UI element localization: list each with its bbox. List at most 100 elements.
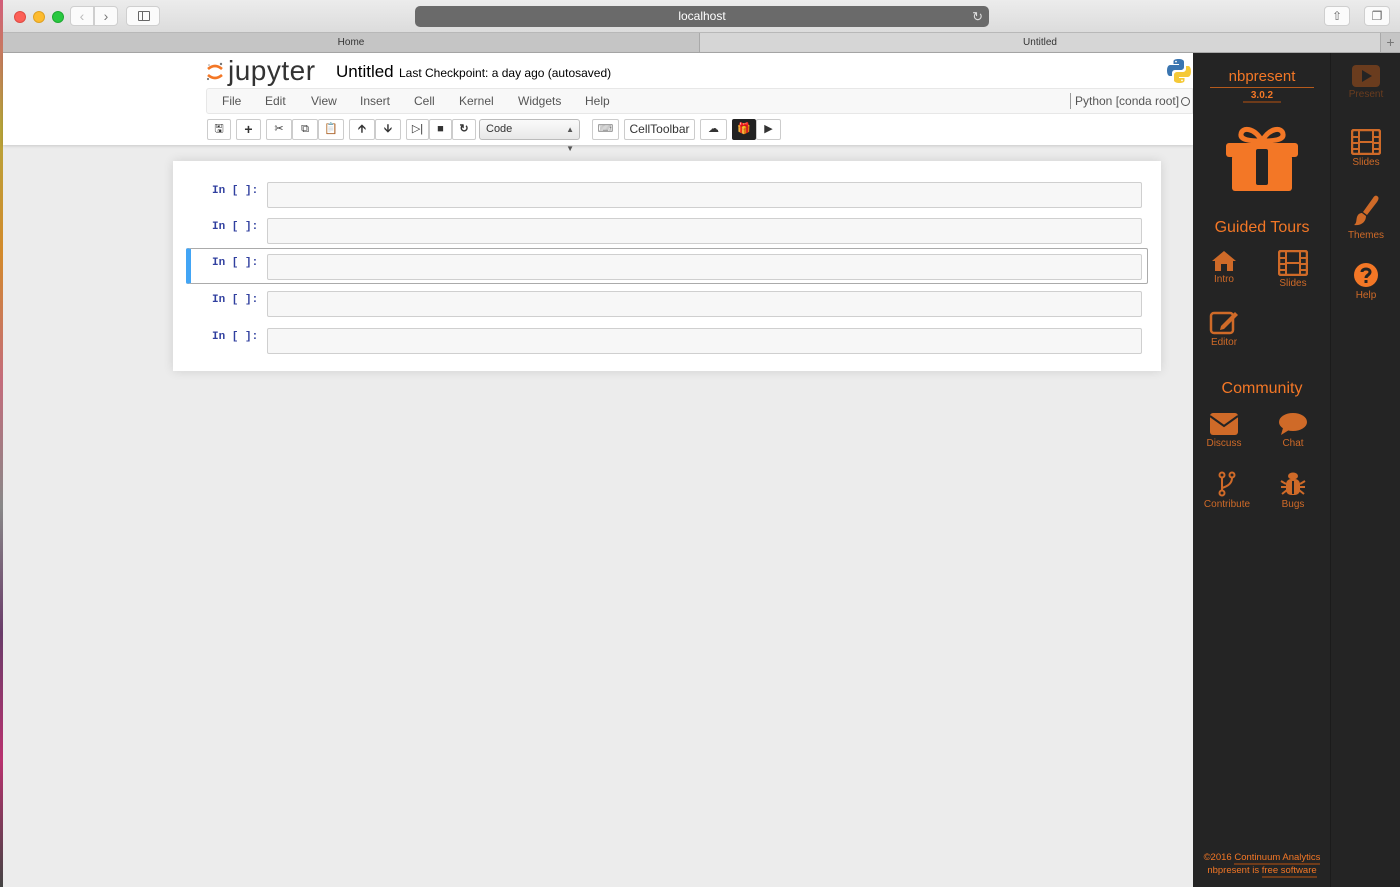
floppy-disk-icon: 🖫 (214, 123, 224, 135)
notebook-title[interactable]: Untitled (336, 62, 394, 82)
select-arrows-icon: ▲ ▼ (566, 125, 574, 153)
tour-editor-label: Editor (1210, 337, 1238, 348)
code-cell[interactable]: In [ ]: (186, 212, 1148, 247)
move-up-button[interactable]: 🡩 (349, 119, 375, 140)
show-tabs-button[interactable]: ❐ (1364, 6, 1390, 26)
tabs-overview-icon: ❐ (1371, 9, 1383, 23)
nbpresent-version[interactable]: 3.0.2 (1243, 90, 1281, 103)
insert-cell-button[interactable]: + (236, 119, 261, 140)
code-fork-icon (1218, 471, 1236, 497)
restart-kernel-button[interactable]: ↻ (452, 119, 476, 140)
menu-insert[interactable]: Insert (360, 89, 390, 113)
nbpresent-toggle-button[interactable]: 🎁 (732, 119, 756, 140)
menu-file[interactable]: File (222, 89, 241, 113)
interrupt-kernel-button[interactable]: ■ (429, 119, 452, 140)
gift-icon: 🎁 (737, 123, 751, 135)
tour-slides-link[interactable]: Slides (1263, 250, 1323, 289)
keyboard-icon: ⌨ (597, 123, 614, 135)
paste-button[interactable]: 📋 (318, 119, 344, 140)
stop-icon: ■ (437, 123, 444, 135)
code-cell[interactable]: In [ ]: (186, 176, 1148, 211)
side-slides-label: Slides (1352, 157, 1380, 168)
free-software-link[interactable]: free software (1261, 865, 1317, 878)
community-contribute-link[interactable]: Contribute (1197, 471, 1257, 510)
celltoolbar-button[interactable]: CellToolbar (624, 119, 695, 140)
side-themes-label: Themes (1347, 230, 1385, 241)
input-prompt: In [ ]: (212, 185, 259, 197)
menu-edit[interactable]: Edit (265, 89, 286, 113)
address-bar[interactable]: localhost ↻ (415, 6, 989, 27)
menu-widgets[interactable]: Widgets (518, 89, 561, 113)
input-prompt: In [ ]: (212, 331, 259, 343)
question-circle-icon (1354, 263, 1378, 287)
gift-icon (1226, 126, 1298, 191)
input-prompt: In [ ]: (212, 257, 259, 269)
code-cell[interactable]: In [ ]: (186, 285, 1148, 320)
step-forward-icon: ▷| (411, 123, 424, 135)
sidebar-icon (138, 11, 150, 21)
input-prompt: In [ ]: (212, 221, 259, 233)
copy-button[interactable]: ⧉ (292, 119, 318, 140)
cut-button[interactable]: ✂ (266, 119, 292, 140)
menu-cell[interactable]: Cell (414, 89, 435, 113)
tour-editor-link[interactable]: Editor (1194, 309, 1254, 348)
side-help-label: Help (1355, 290, 1377, 301)
chevron-left-icon: ‹ (79, 8, 85, 24)
scissors-icon: ✂ (274, 123, 284, 135)
present-button[interactable]: ▶ (756, 119, 781, 140)
nbpresent-app-panel: nbpresent 3.0.2 Guided Tours Intro Slide… (1193, 53, 1331, 887)
nbpresent-side-nav: Present Slides Themes Help (1332, 53, 1400, 887)
nbpresent-title[interactable]: nbpresent (1210, 68, 1314, 88)
tour-slides-label: Slides (1279, 278, 1307, 289)
community-heading: Community (1221, 380, 1303, 397)
new-tab-button[interactable]: + (1380, 33, 1400, 52)
cell-type-value: Code (486, 123, 513, 135)
run-cell-button[interactable]: ▷| (406, 119, 429, 140)
code-cell-selected[interactable]: In [ ]: (186, 248, 1148, 284)
code-input[interactable] (267, 218, 1142, 244)
browser-toolbar: ‹ › localhost ↻ ⇧ ❐ (3, 0, 1400, 33)
move-down-button[interactable]: 🡫 (375, 119, 401, 140)
fullscreen-window-button[interactable] (52, 11, 64, 23)
community-bugs-link[interactable]: Bugs (1263, 471, 1323, 510)
menu-help[interactable]: Help (585, 89, 610, 113)
sidebar-toggle-button[interactable] (126, 6, 160, 26)
paint-brush-icon (1354, 195, 1379, 226)
cell-type-select[interactable]: Code ▲ ▼ (479, 119, 580, 153)
side-themes-button[interactable]: Themes (1332, 194, 1400, 241)
code-input[interactable] (267, 254, 1142, 280)
community-discuss-link[interactable]: Discuss (1194, 412, 1254, 449)
save-button[interactable]: 🖫 (207, 119, 231, 140)
community-bugs-label: Bugs (1281, 499, 1305, 510)
code-input[interactable] (267, 182, 1142, 208)
share-button[interactable]: ⇧ (1324, 6, 1350, 26)
upload-button[interactable]: ☁ (700, 119, 727, 140)
edit-icon (1209, 311, 1238, 335)
tab-untitled[interactable]: Untitled (700, 33, 1380, 52)
play-icon: ▶ (764, 123, 773, 135)
community-chat-label: Chat (1282, 438, 1304, 449)
arrow-up-icon: 🡩 (358, 123, 366, 135)
menu-kernel[interactable]: Kernel (459, 89, 494, 113)
play-icon (1352, 65, 1380, 87)
command-palette-button[interactable]: ⌨ (592, 119, 619, 140)
film-icon (1278, 250, 1308, 276)
bug-icon (1280, 472, 1306, 495)
side-present-button[interactable]: Present (1332, 65, 1400, 100)
tab-bar: Home Untitled + (3, 33, 1400, 53)
code-input[interactable] (267, 328, 1142, 354)
minimize-window-button[interactable] (33, 11, 45, 23)
tab-home[interactable]: Home (3, 33, 700, 52)
paste-icon: 📋 (324, 123, 338, 135)
reload-icon[interactable]: ↻ (972, 6, 983, 27)
menu-view[interactable]: View (311, 89, 337, 113)
code-input[interactable] (267, 291, 1142, 317)
forward-button[interactable]: › (94, 6, 118, 26)
close-window-button[interactable] (14, 11, 26, 23)
code-cell[interactable]: In [ ]: (186, 322, 1148, 357)
side-slides-button[interactable]: Slides (1332, 129, 1400, 168)
back-button[interactable]: ‹ (70, 6, 94, 26)
community-chat-link[interactable]: Chat (1263, 412, 1323, 449)
tour-intro-link[interactable]: Intro (1194, 250, 1254, 285)
side-help-button[interactable]: Help (1332, 262, 1400, 301)
